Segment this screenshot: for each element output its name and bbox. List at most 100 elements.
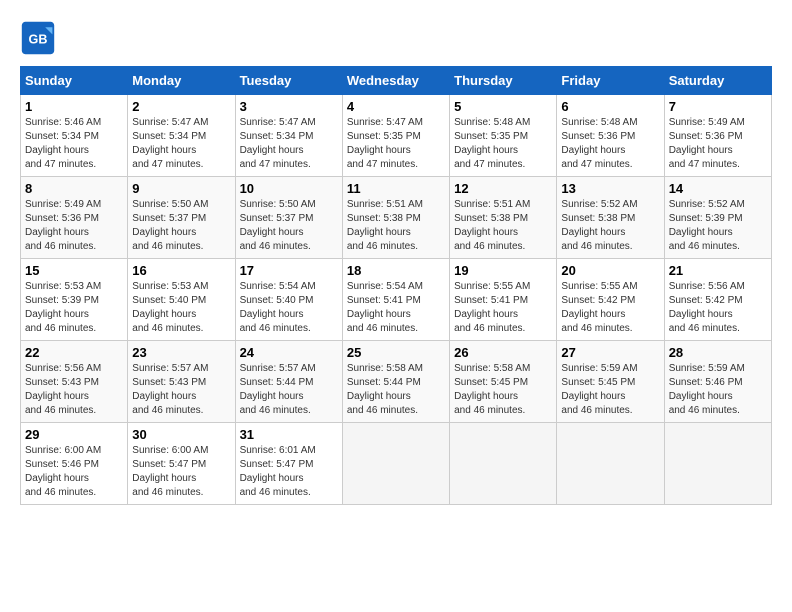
calendar-table: SundayMondayTuesdayWednesdayThursdayFrid…: [20, 66, 772, 505]
day-info: Sunrise: 5:54 AM Sunset: 5:40 PM Dayligh…: [240, 280, 338, 336]
day-number: 16: [132, 263, 230, 278]
day-info: Sunrise: 5:56 AM Sunset: 5:42 PM Dayligh…: [669, 280, 767, 336]
day-info: Sunrise: 6:00 AM Sunset: 5:47 PM Dayligh…: [132, 444, 230, 500]
day-number: 24: [240, 345, 338, 360]
calendar-week-4: 22 Sunrise: 5:56 AM Sunset: 5:43 PM Dayl…: [21, 341, 772, 423]
day-info: Sunrise: 5:47 AM Sunset: 5:34 PM Dayligh…: [132, 116, 230, 172]
day-info: Sunrise: 5:47 AM Sunset: 5:34 PM Dayligh…: [240, 116, 338, 172]
calendar-cell: 25 Sunrise: 5:58 AM Sunset: 5:44 PM Dayl…: [342, 341, 449, 423]
calendar-cell: 4 Sunrise: 5:47 AM Sunset: 5:35 PM Dayli…: [342, 95, 449, 177]
svg-text:GB: GB: [29, 32, 48, 46]
day-info: Sunrise: 5:53 AM Sunset: 5:40 PM Dayligh…: [132, 280, 230, 336]
calendar-week-5: 29 Sunrise: 6:00 AM Sunset: 5:46 PM Dayl…: [21, 423, 772, 505]
day-info: Sunrise: 5:53 AM Sunset: 5:39 PM Dayligh…: [25, 280, 123, 336]
calendar-week-2: 8 Sunrise: 5:49 AM Sunset: 5:36 PM Dayli…: [21, 177, 772, 259]
calendar-cell: [664, 423, 771, 505]
calendar-cell: 31 Sunrise: 6:01 AM Sunset: 5:47 PM Dayl…: [235, 423, 342, 505]
calendar-cell: 27 Sunrise: 5:59 AM Sunset: 5:45 PM Dayl…: [557, 341, 664, 423]
day-header-sunday: Sunday: [21, 67, 128, 95]
day-info: Sunrise: 5:56 AM Sunset: 5:43 PM Dayligh…: [25, 362, 123, 418]
calendar-cell: 17 Sunrise: 5:54 AM Sunset: 5:40 PM Dayl…: [235, 259, 342, 341]
day-number: 25: [347, 345, 445, 360]
calendar-week-3: 15 Sunrise: 5:53 AM Sunset: 5:39 PM Dayl…: [21, 259, 772, 341]
calendar-cell: 6 Sunrise: 5:48 AM Sunset: 5:36 PM Dayli…: [557, 95, 664, 177]
day-number: 6: [561, 99, 659, 114]
calendar-cell: 9 Sunrise: 5:50 AM Sunset: 5:37 PM Dayli…: [128, 177, 235, 259]
calendar-cell: 18 Sunrise: 5:54 AM Sunset: 5:41 PM Dayl…: [342, 259, 449, 341]
logo-icon: GB: [20, 20, 56, 56]
day-number: 18: [347, 263, 445, 278]
day-number: 7: [669, 99, 767, 114]
day-header-saturday: Saturday: [664, 67, 771, 95]
day-header-thursday: Thursday: [450, 67, 557, 95]
day-header-monday: Monday: [128, 67, 235, 95]
calendar-cell: 1 Sunrise: 5:46 AM Sunset: 5:34 PM Dayli…: [21, 95, 128, 177]
calendar-cell: 20 Sunrise: 5:55 AM Sunset: 5:42 PM Dayl…: [557, 259, 664, 341]
calendar-cell: 29 Sunrise: 6:00 AM Sunset: 5:46 PM Dayl…: [21, 423, 128, 505]
day-info: Sunrise: 6:01 AM Sunset: 5:47 PM Dayligh…: [240, 444, 338, 500]
calendar-cell: 23 Sunrise: 5:57 AM Sunset: 5:43 PM Dayl…: [128, 341, 235, 423]
calendar-cell: 3 Sunrise: 5:47 AM Sunset: 5:34 PM Dayli…: [235, 95, 342, 177]
day-info: Sunrise: 5:48 AM Sunset: 5:36 PM Dayligh…: [561, 116, 659, 172]
logo: GB: [20, 20, 58, 56]
day-number: 13: [561, 181, 659, 196]
day-number: 1: [25, 99, 123, 114]
calendar-week-1: 1 Sunrise: 5:46 AM Sunset: 5:34 PM Dayli…: [21, 95, 772, 177]
day-header-friday: Friday: [557, 67, 664, 95]
day-number: 3: [240, 99, 338, 114]
day-info: Sunrise: 5:50 AM Sunset: 5:37 PM Dayligh…: [240, 198, 338, 254]
day-info: Sunrise: 6:00 AM Sunset: 5:46 PM Dayligh…: [25, 444, 123, 500]
day-info: Sunrise: 5:51 AM Sunset: 5:38 PM Dayligh…: [454, 198, 552, 254]
day-info: Sunrise: 5:59 AM Sunset: 5:45 PM Dayligh…: [561, 362, 659, 418]
day-number: 9: [132, 181, 230, 196]
day-number: 29: [25, 427, 123, 442]
day-number: 14: [669, 181, 767, 196]
day-number: 31: [240, 427, 338, 442]
calendar-cell: 22 Sunrise: 5:56 AM Sunset: 5:43 PM Dayl…: [21, 341, 128, 423]
day-number: 26: [454, 345, 552, 360]
calendar-cell: 16 Sunrise: 5:53 AM Sunset: 5:40 PM Dayl…: [128, 259, 235, 341]
calendar-cell: 19 Sunrise: 5:55 AM Sunset: 5:41 PM Dayl…: [450, 259, 557, 341]
day-info: Sunrise: 5:46 AM Sunset: 5:34 PM Dayligh…: [25, 116, 123, 172]
day-number: 23: [132, 345, 230, 360]
day-info: Sunrise: 5:51 AM Sunset: 5:38 PM Dayligh…: [347, 198, 445, 254]
day-info: Sunrise: 5:49 AM Sunset: 5:36 PM Dayligh…: [669, 116, 767, 172]
day-number: 27: [561, 345, 659, 360]
day-info: Sunrise: 5:52 AM Sunset: 5:38 PM Dayligh…: [561, 198, 659, 254]
day-number: 2: [132, 99, 230, 114]
calendar-cell: 14 Sunrise: 5:52 AM Sunset: 5:39 PM Dayl…: [664, 177, 771, 259]
day-info: Sunrise: 5:55 AM Sunset: 5:42 PM Dayligh…: [561, 280, 659, 336]
calendar-cell: 15 Sunrise: 5:53 AM Sunset: 5:39 PM Dayl…: [21, 259, 128, 341]
day-info: Sunrise: 5:54 AM Sunset: 5:41 PM Dayligh…: [347, 280, 445, 336]
day-number: 5: [454, 99, 552, 114]
day-info: Sunrise: 5:57 AM Sunset: 5:44 PM Dayligh…: [240, 362, 338, 418]
day-info: Sunrise: 5:50 AM Sunset: 5:37 PM Dayligh…: [132, 198, 230, 254]
day-header-tuesday: Tuesday: [235, 67, 342, 95]
day-number: 15: [25, 263, 123, 278]
calendar-cell: 26 Sunrise: 5:58 AM Sunset: 5:45 PM Dayl…: [450, 341, 557, 423]
calendar-cell: 24 Sunrise: 5:57 AM Sunset: 5:44 PM Dayl…: [235, 341, 342, 423]
day-number: 20: [561, 263, 659, 278]
calendar-cell: 28 Sunrise: 5:59 AM Sunset: 5:46 PM Dayl…: [664, 341, 771, 423]
day-info: Sunrise: 5:57 AM Sunset: 5:43 PM Dayligh…: [132, 362, 230, 418]
calendar-cell: 7 Sunrise: 5:49 AM Sunset: 5:36 PM Dayli…: [664, 95, 771, 177]
day-number: 8: [25, 181, 123, 196]
calendar-cell: 21 Sunrise: 5:56 AM Sunset: 5:42 PM Dayl…: [664, 259, 771, 341]
calendar-header-row: SundayMondayTuesdayWednesdayThursdayFrid…: [21, 67, 772, 95]
page-header: GB: [20, 20, 772, 56]
day-number: 30: [132, 427, 230, 442]
day-number: 12: [454, 181, 552, 196]
day-info: Sunrise: 5:55 AM Sunset: 5:41 PM Dayligh…: [454, 280, 552, 336]
calendar-cell: [450, 423, 557, 505]
day-number: 19: [454, 263, 552, 278]
calendar-cell: [557, 423, 664, 505]
calendar-cell: 30 Sunrise: 6:00 AM Sunset: 5:47 PM Dayl…: [128, 423, 235, 505]
day-number: 11: [347, 181, 445, 196]
day-info: Sunrise: 5:58 AM Sunset: 5:44 PM Dayligh…: [347, 362, 445, 418]
day-info: Sunrise: 5:52 AM Sunset: 5:39 PM Dayligh…: [669, 198, 767, 254]
day-number: 17: [240, 263, 338, 278]
calendar-cell: 2 Sunrise: 5:47 AM Sunset: 5:34 PM Dayli…: [128, 95, 235, 177]
day-info: Sunrise: 5:58 AM Sunset: 5:45 PM Dayligh…: [454, 362, 552, 418]
day-info: Sunrise: 5:47 AM Sunset: 5:35 PM Dayligh…: [347, 116, 445, 172]
day-info: Sunrise: 5:48 AM Sunset: 5:35 PM Dayligh…: [454, 116, 552, 172]
